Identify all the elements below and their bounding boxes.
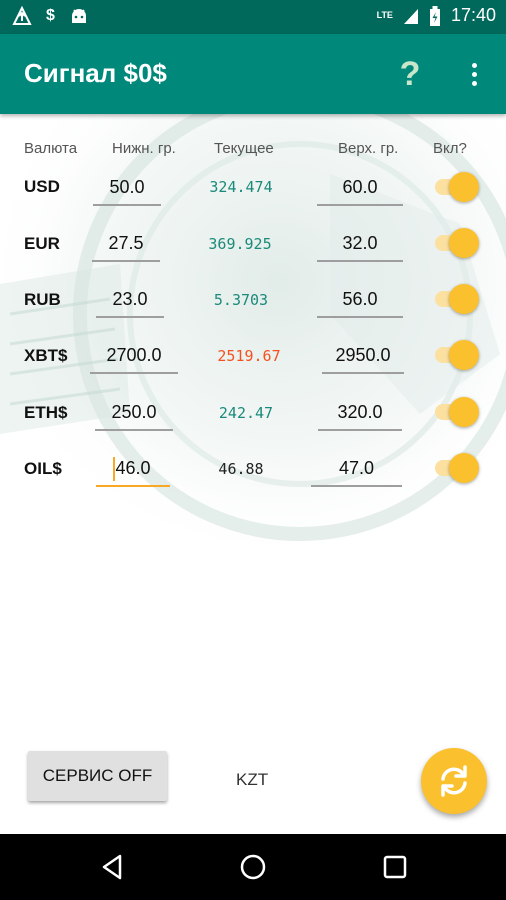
header-currency: Валюта xyxy=(24,140,78,157)
home-icon[interactable] xyxy=(238,852,268,882)
enable-switch-eur[interactable] xyxy=(435,226,479,260)
upper-bound-input-eur[interactable]: 32.0 xyxy=(317,228,403,262)
current-value-rub: 5.3703 xyxy=(213,291,269,309)
currency-label-eth: ETH$ xyxy=(24,403,68,422)
upload-notification-icon xyxy=(12,6,32,25)
lower-bound-input-eth[interactable]: 250.0 xyxy=(95,397,173,431)
system-icons: LTE 17:40 xyxy=(377,5,496,26)
refresh-button[interactable] xyxy=(421,748,487,814)
upper-bound-input-xbt[interactable]: 2950.0 xyxy=(322,340,404,374)
signal-icon xyxy=(403,8,418,24)
header-current: Текущее xyxy=(214,140,274,157)
dollar-notification-icon: $ xyxy=(46,7,55,24)
upper-bound-input-usd[interactable]: 60.0 xyxy=(317,172,403,206)
app-title: Сигнал $0$ xyxy=(24,58,167,88)
current-value-eth: 242.47 xyxy=(218,404,274,422)
currency-label-eur: EUR xyxy=(24,234,60,253)
app-bar: Сигнал $0$ ? xyxy=(0,34,506,114)
enable-switch-eth[interactable] xyxy=(435,395,479,429)
header-enabled: Вкл? xyxy=(433,140,467,157)
current-value-eur: 369.925 xyxy=(208,235,272,253)
current-value-xbt: 2519.67 xyxy=(217,347,281,365)
refresh-icon xyxy=(441,765,467,797)
lower-bound-input-oil[interactable]: 46.0 xyxy=(96,453,170,487)
lower-bound-input-eur[interactable]: 27.5 xyxy=(92,228,160,262)
current-value-usd: 324.474 xyxy=(209,178,273,196)
status-bar: $ LTE 17:40 xyxy=(0,0,506,34)
network-type-label: LTE xyxy=(376,10,393,20)
battery-icon xyxy=(429,5,440,26)
enable-switch-xbt[interactable] xyxy=(435,338,479,372)
currency-label-oil: OIL$ xyxy=(24,459,62,478)
base-currency-label[interactable]: KZT xyxy=(236,770,268,790)
enable-switch-usd[interactable] xyxy=(435,170,479,204)
notification-icons: $ xyxy=(12,6,89,26)
lower-bound-input-usd[interactable]: 50.0 xyxy=(93,172,161,206)
back-icon[interactable] xyxy=(98,852,128,882)
currency-label-xbt: XBT$ xyxy=(24,346,68,365)
overflow-menu-icon[interactable] xyxy=(462,56,486,92)
enable-switch-oil[interactable] xyxy=(435,451,479,485)
recent-apps-icon[interactable] xyxy=(380,852,410,882)
help-button[interactable]: ? xyxy=(394,52,426,96)
upper-bound-input-oil[interactable]: 47.0 xyxy=(311,453,402,487)
lower-bound-input-rub[interactable]: 23.0 xyxy=(96,284,164,318)
text-cursor xyxy=(113,457,115,481)
clock: 17:40 xyxy=(450,5,496,25)
header-upper-bound: Верх. гр. xyxy=(338,140,399,157)
upper-bound-input-rub[interactable]: 56.0 xyxy=(317,284,403,318)
android-notification-icon xyxy=(71,9,86,23)
enable-switch-rub[interactable] xyxy=(435,282,479,316)
currency-label-rub: RUB xyxy=(24,290,61,309)
lower-bound-input-xbt[interactable]: 2700.0 xyxy=(90,340,178,374)
navigation-bar xyxy=(0,834,506,900)
header-lower-bound: Нижн. гр. xyxy=(112,140,176,157)
current-value-oil: 46.88 xyxy=(218,460,264,478)
upper-bound-input-eth[interactable]: 320.0 xyxy=(318,397,402,431)
main-content: Валюта Нижн. гр. Текущее Верх. гр. Вкл? … xyxy=(0,114,506,834)
currency-label-usd: USD xyxy=(24,177,60,196)
service-toggle-button[interactable]: СЕРВИС OFF xyxy=(28,751,167,801)
